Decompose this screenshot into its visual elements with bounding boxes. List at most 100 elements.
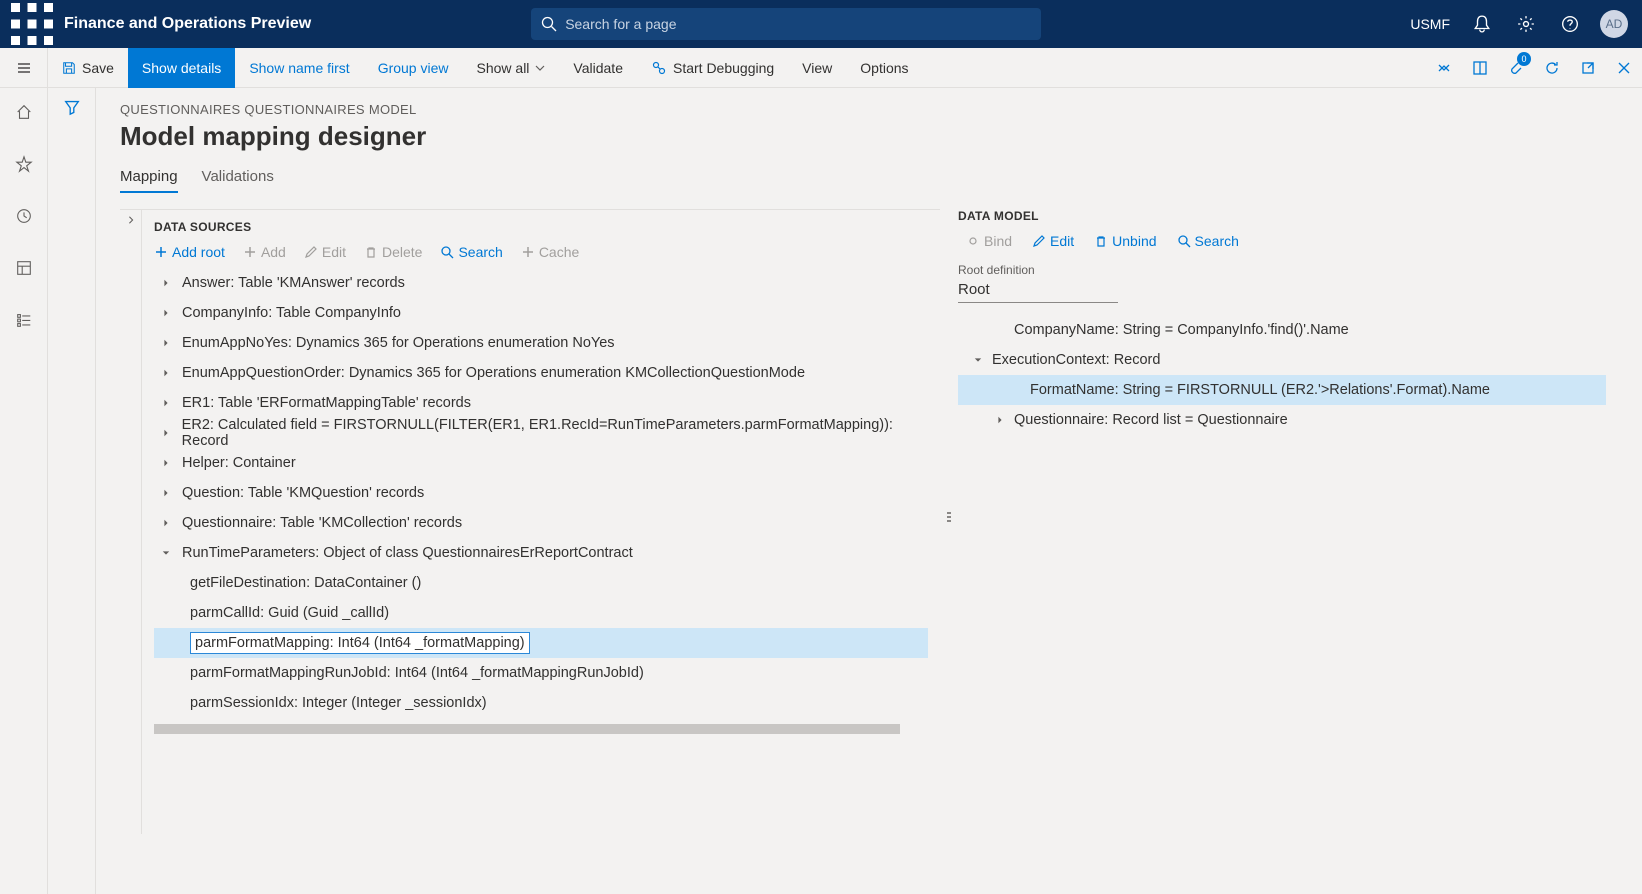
filter-icon[interactable] — [48, 88, 96, 894]
tree-row[interactable]: CompanyName: String = CompanyInfo.'find(… — [958, 315, 1606, 345]
caret-closed-icon[interactable] — [158, 429, 174, 437]
caret-closed-icon[interactable] — [158, 339, 174, 347]
tree-row[interactable]: parmFormatMappingRunJobId: Int64 (Int64 … — [154, 658, 928, 688]
dm-edit-button[interactable]: Edit — [1032, 233, 1074, 249]
start-debugging-button[interactable]: Start Debugging — [637, 48, 788, 88]
add-root-button[interactable]: Add root — [154, 244, 225, 260]
root-definition-label: Root definition — [958, 263, 1606, 277]
tree-row[interactable]: Questionnaire: Record list = Questionnai… — [958, 405, 1606, 435]
tree-row[interactable]: EnumAppNoYes: Dynamics 365 for Operation… — [154, 328, 928, 358]
horizontal-scrollbar[interactable] — [154, 724, 900, 734]
tree-label: Questionnaire: Record list = Questionnai… — [1014, 412, 1288, 428]
tab-validations[interactable]: Validations — [202, 168, 274, 193]
tree-row[interactable]: parmFormatMapping: Int64 (Int64 _formatM… — [154, 628, 928, 658]
company-switcher[interactable]: USMF — [1410, 16, 1450, 32]
save-button[interactable]: Save — [48, 48, 128, 88]
tree-label: parmCallId: Guid (Guid _callId) — [190, 605, 389, 621]
caret-closed-icon[interactable] — [158, 279, 174, 287]
view-button[interactable]: View — [788, 48, 846, 88]
settings-icon[interactable] — [1506, 0, 1546, 48]
tree-label: ER1: Table 'ERFormatMappingTable' record… — [182, 395, 471, 411]
tree-row[interactable]: Question: Table 'KMQuestion' records — [154, 478, 928, 508]
close-icon[interactable] — [1606, 48, 1642, 88]
caret-closed-icon[interactable] — [158, 399, 174, 407]
workspaces-icon[interactable] — [4, 252, 44, 284]
command-bar-right: 0 — [1426, 48, 1642, 88]
recent-icon[interactable] — [4, 200, 44, 232]
tree-row[interactable]: getFileDestination: DataContainer () — [154, 568, 928, 598]
caret-closed-icon[interactable] — [158, 519, 174, 527]
tree-row[interactable]: Answer: Table 'KMAnswer' records — [154, 268, 928, 298]
left-nav-rail — [0, 88, 48, 894]
tree-label: parmFormatMapping: Int64 (Int64 _formatM… — [190, 632, 530, 654]
hamburger-icon[interactable] — [0, 48, 48, 87]
home-icon[interactable] — [4, 96, 44, 128]
search-command-icon[interactable] — [923, 48, 943, 88]
caret-closed-icon[interactable] — [158, 309, 174, 317]
tree-row[interactable]: Helper: Container — [154, 448, 928, 478]
caret-closed-icon[interactable] — [158, 369, 174, 377]
data-sources-tree: Answer: Table 'KMAnswer' records CompanyI… — [154, 268, 928, 718]
data-model-tree: CompanyName: String = CompanyInfo.'find(… — [958, 315, 1606, 435]
notifications-icon[interactable] — [1462, 0, 1502, 48]
unbind-button[interactable]: Unbind — [1094, 233, 1156, 249]
pane-splitter[interactable] — [940, 209, 958, 834]
global-search[interactable]: Search for a page — [531, 8, 1041, 40]
office-icon[interactable] — [1462, 48, 1498, 88]
breadcrumb: QUESTIONNAIRES QUESTIONNAIRES MODEL — [120, 102, 1618, 117]
tree-row[interactable]: parmSessionIdx: Integer (Integer _sessio… — [154, 688, 928, 718]
tree-label: EnumAppNoYes: Dynamics 365 for Operation… — [182, 335, 615, 351]
data-model-pane: DATA MODEL Bind Edit Unbind Search Root … — [958, 209, 1618, 834]
tree-label: Questionnaire: Table 'KMCollection' reco… — [182, 515, 462, 531]
app-launcher-icon[interactable] — [8, 0, 56, 48]
modules-icon[interactable] — [4, 304, 44, 336]
tree-row[interactable]: Questionnaire: Table 'KMCollection' reco… — [154, 508, 928, 538]
show-all-dropdown[interactable]: Show all — [463, 48, 560, 88]
data-sources-header: DATA SOURCES — [154, 220, 928, 234]
caret-closed-icon[interactable] — [158, 489, 174, 497]
avatar: AD — [1600, 10, 1628, 38]
validate-button[interactable]: Validate — [559, 48, 637, 88]
show-details-button[interactable]: Show details — [128, 48, 235, 88]
caret-open-icon[interactable] — [970, 356, 986, 364]
tree-label: EnumAppQuestionOrder: Dynamics 365 for O… — [182, 365, 805, 381]
favorites-icon[interactable] — [4, 148, 44, 180]
edit-button: Edit — [304, 244, 346, 260]
header-right: USMF AD — [1410, 0, 1634, 48]
tree-row[interactable]: ER1: Table 'ERFormatMappingTable' record… — [154, 388, 928, 418]
tree-row[interactable]: ER2: Calculated field = FIRSTORNULL(FILT… — [154, 418, 928, 448]
root-definition-value[interactable]: Root — [958, 279, 1118, 303]
help-icon[interactable] — [1550, 0, 1590, 48]
add-button: Add — [243, 244, 286, 260]
tab-mapping[interactable]: Mapping — [120, 168, 178, 193]
show-name-first-button[interactable]: Show name first — [235, 48, 363, 88]
tree-label: Question: Table 'KMQuestion' records — [182, 485, 424, 501]
caret-closed-icon[interactable] — [992, 416, 1008, 424]
newwindow-icon[interactable] — [1570, 48, 1606, 88]
tree-label: CompanyInfo: Table CompanyInfo — [182, 305, 401, 321]
caret-open-icon[interactable] — [158, 549, 174, 557]
tree-label: Helper: Container — [182, 455, 296, 471]
collapse-toggle[interactable] — [120, 210, 142, 834]
tree-label: Answer: Table 'KMAnswer' records — [182, 275, 405, 291]
tree-row[interactable]: EnumAppQuestionOrder: Dynamics 365 for O… — [154, 358, 928, 388]
attachments-icon[interactable]: 0 — [1498, 48, 1534, 88]
tree-row[interactable]: RunTimeParameters: Object of class Quest… — [154, 538, 928, 568]
tree-row[interactable]: FormatName: String = FIRSTORNULL (ER2.'>… — [958, 375, 1606, 405]
tree-label: RunTimeParameters: Object of class Quest… — [182, 545, 633, 561]
search-button[interactable]: Search — [440, 244, 502, 260]
data-sources-pane: DATA SOURCES Add root Add Edit Delete Se… — [120, 209, 940, 834]
options-button[interactable]: Options — [846, 48, 922, 88]
group-view-button[interactable]: Group view — [364, 48, 463, 88]
search-placeholder: Search for a page — [565, 16, 676, 32]
tree-row[interactable]: ExecutionContext: Record — [958, 345, 1606, 375]
link-icon[interactable] — [1426, 48, 1462, 88]
caret-closed-icon[interactable] — [158, 459, 174, 467]
page-title: Model mapping designer — [120, 121, 1618, 152]
tree-row[interactable]: CompanyInfo: Table CompanyInfo — [154, 298, 928, 328]
refresh-icon[interactable] — [1534, 48, 1570, 88]
user-avatar[interactable]: AD — [1594, 0, 1634, 48]
tree-row[interactable]: parmCallId: Guid (Guid _callId) — [154, 598, 928, 628]
tree-label: CompanyName: String = CompanyInfo.'find(… — [1014, 322, 1349, 338]
dm-search-button[interactable]: Search — [1177, 233, 1239, 249]
